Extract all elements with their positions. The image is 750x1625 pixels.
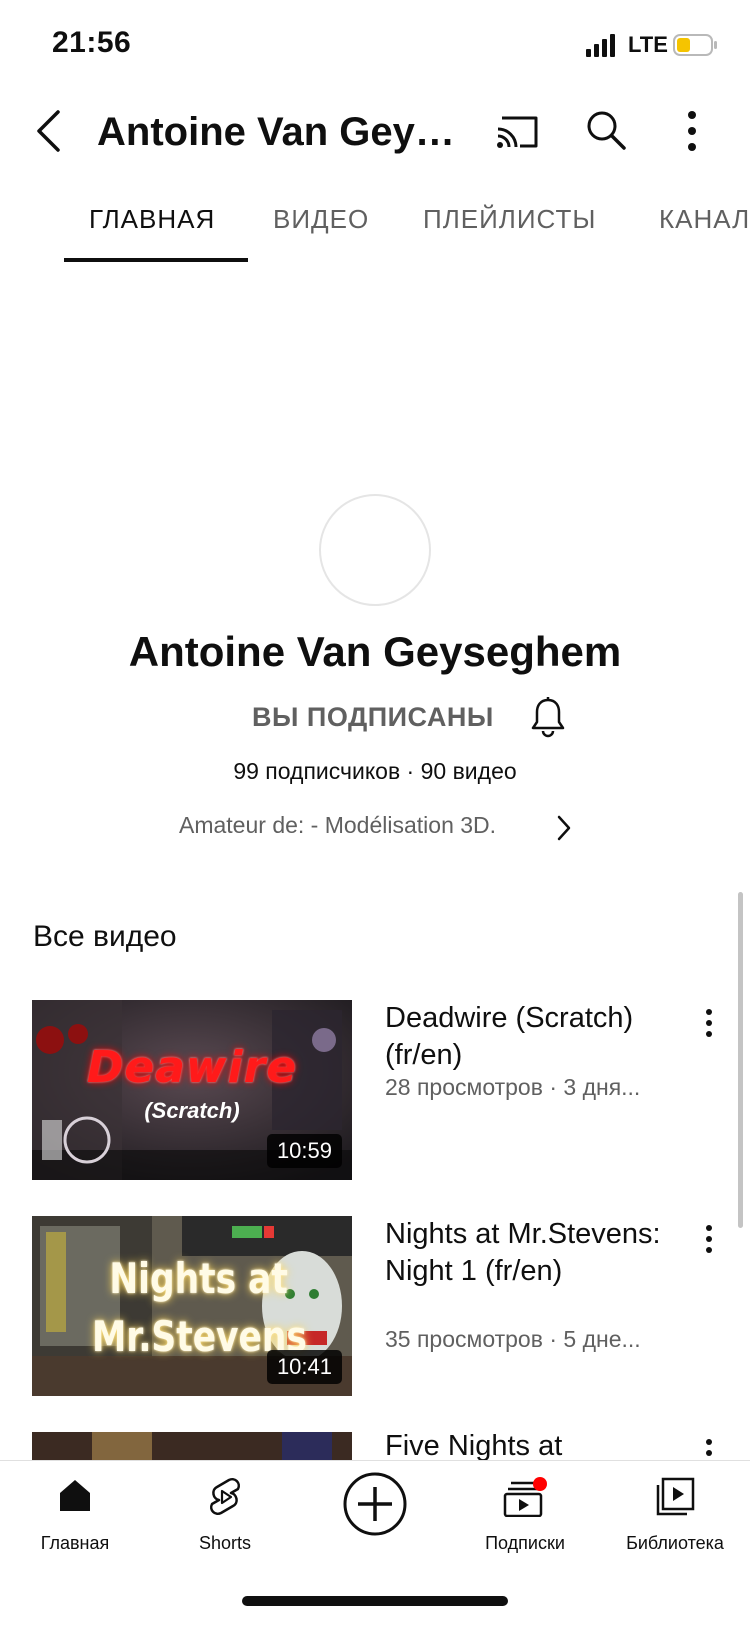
tab-videos[interactable]: ВИДЕО: [273, 204, 369, 235]
channel-description: Amateur de: - Modélisation 3D.: [179, 812, 497, 838]
video-meta: 35 просмотров · 5 дне...: [385, 1326, 641, 1352]
chevron-right-icon[interactable]: [556, 814, 572, 842]
nav-subscriptions[interactable]: Подписки: [450, 1461, 600, 1573]
video-item[interactable]: Deawire (Scratch) 10:59 Deadwire (Scratc…: [0, 1000, 750, 1200]
nav-create[interactable]: [300, 1461, 450, 1573]
video-title[interactable]: Five Nights at: [385, 1432, 685, 1460]
more-vertical-icon[interactable]: [686, 110, 698, 152]
tab-playlists[interactable]: ПЛЕЙЛИСТЫ: [423, 204, 596, 235]
nav-subscriptions-label: Подписки: [485, 1533, 565, 1553]
more-vertical-icon[interactable]: [704, 1008, 714, 1038]
nav-library[interactable]: Библиотека: [600, 1461, 750, 1573]
video-meta: 28 просмотров · 3 дня...: [385, 1074, 641, 1100]
video-duration: 10:59: [266, 1134, 342, 1168]
nav-home[interactable]: Главная: [0, 1461, 150, 1573]
section-title: Все видео: [33, 920, 177, 953]
nav-library-label: Библиотека: [626, 1533, 724, 1553]
channel-stats: 99 подписчиков · 90 видео: [233, 758, 517, 784]
more-vertical-icon[interactable]: [704, 1438, 714, 1460]
active-tab-indicator: [64, 258, 248, 262]
battery-icon: [673, 34, 717, 56]
subscription-row: ВЫ ПОДПИСАНЫ: [0, 696, 750, 740]
search-icon[interactable]: [586, 110, 626, 150]
shorts-icon: [210, 1478, 240, 1515]
video-thumbnail[interactable]: [32, 1432, 352, 1460]
library-icon: [656, 1477, 695, 1516]
thumbnail-title: Deawire: [86, 1042, 298, 1093]
home-icon: [60, 1480, 90, 1511]
channel-description-row[interactable]: Amateur de: - Modélisation 3D.: [0, 810, 750, 846]
channel-tabs: ГЛАВНАЯ ВИДЕО ПЛЕЙЛИСТЫ КАНАЛ: [0, 200, 750, 262]
video-thumbnail[interactable]: Deawire (Scratch) 10:59: [32, 1000, 352, 1180]
bell-icon[interactable]: [530, 696, 566, 738]
subscriptions-icon: [503, 1477, 547, 1517]
video-duration: 10:41: [266, 1350, 342, 1384]
video-title[interactable]: Nights at Mr.Stevens: Night 1 (fr/en): [385, 1216, 685, 1290]
status-time: 21:56: [52, 26, 132, 59]
avatar[interactable]: [319, 494, 431, 606]
bottom-navigation: Главная Shorts Подписки Библиотека: [0, 1460, 750, 1573]
cast-icon[interactable]: [496, 114, 540, 150]
scrollbar[interactable]: [738, 892, 743, 1228]
video-title[interactable]: Deadwire (Scratch) (fr/en): [385, 1000, 685, 1074]
channel-name: Antoine Van Geyseghem: [128, 628, 622, 675]
nav-shorts-label: Shorts: [198, 1533, 252, 1553]
thumbnail-title: Nights at Mr.Stevens: [92, 1254, 307, 1361]
nav-home-label: Главная: [40, 1533, 110, 1553]
home-indicator[interactable]: [242, 1596, 508, 1606]
video-item[interactable]: Five Nights at: [0, 1432, 750, 1460]
chevron-left-icon[interactable]: [34, 108, 62, 154]
thumbnail-image: [32, 1432, 352, 1460]
nav-shorts[interactable]: Shorts: [150, 1461, 300, 1573]
network-label: LTE: [628, 32, 668, 57]
tab-home[interactable]: ГЛАВНАЯ: [89, 204, 215, 235]
more-vertical-icon[interactable]: [704, 1224, 714, 1254]
subscribed-button[interactable]: ВЫ ПОДПИСАНЫ: [252, 702, 494, 733]
video-item[interactable]: Nights at Mr.Stevens 10:41 Nights at Mr.…: [0, 1216, 750, 1416]
thumbnail-subtitle: (Scratch): [144, 1098, 240, 1123]
tab-channel[interactable]: КАНАЛ: [659, 204, 750, 235]
signal-icon: [586, 34, 615, 57]
create-plus-icon: [343, 1472, 407, 1536]
channel-header-title: Antoine Van Geys...: [97, 110, 462, 154]
video-thumbnail[interactable]: Nights at Mr.Stevens 10:41: [32, 1216, 352, 1396]
